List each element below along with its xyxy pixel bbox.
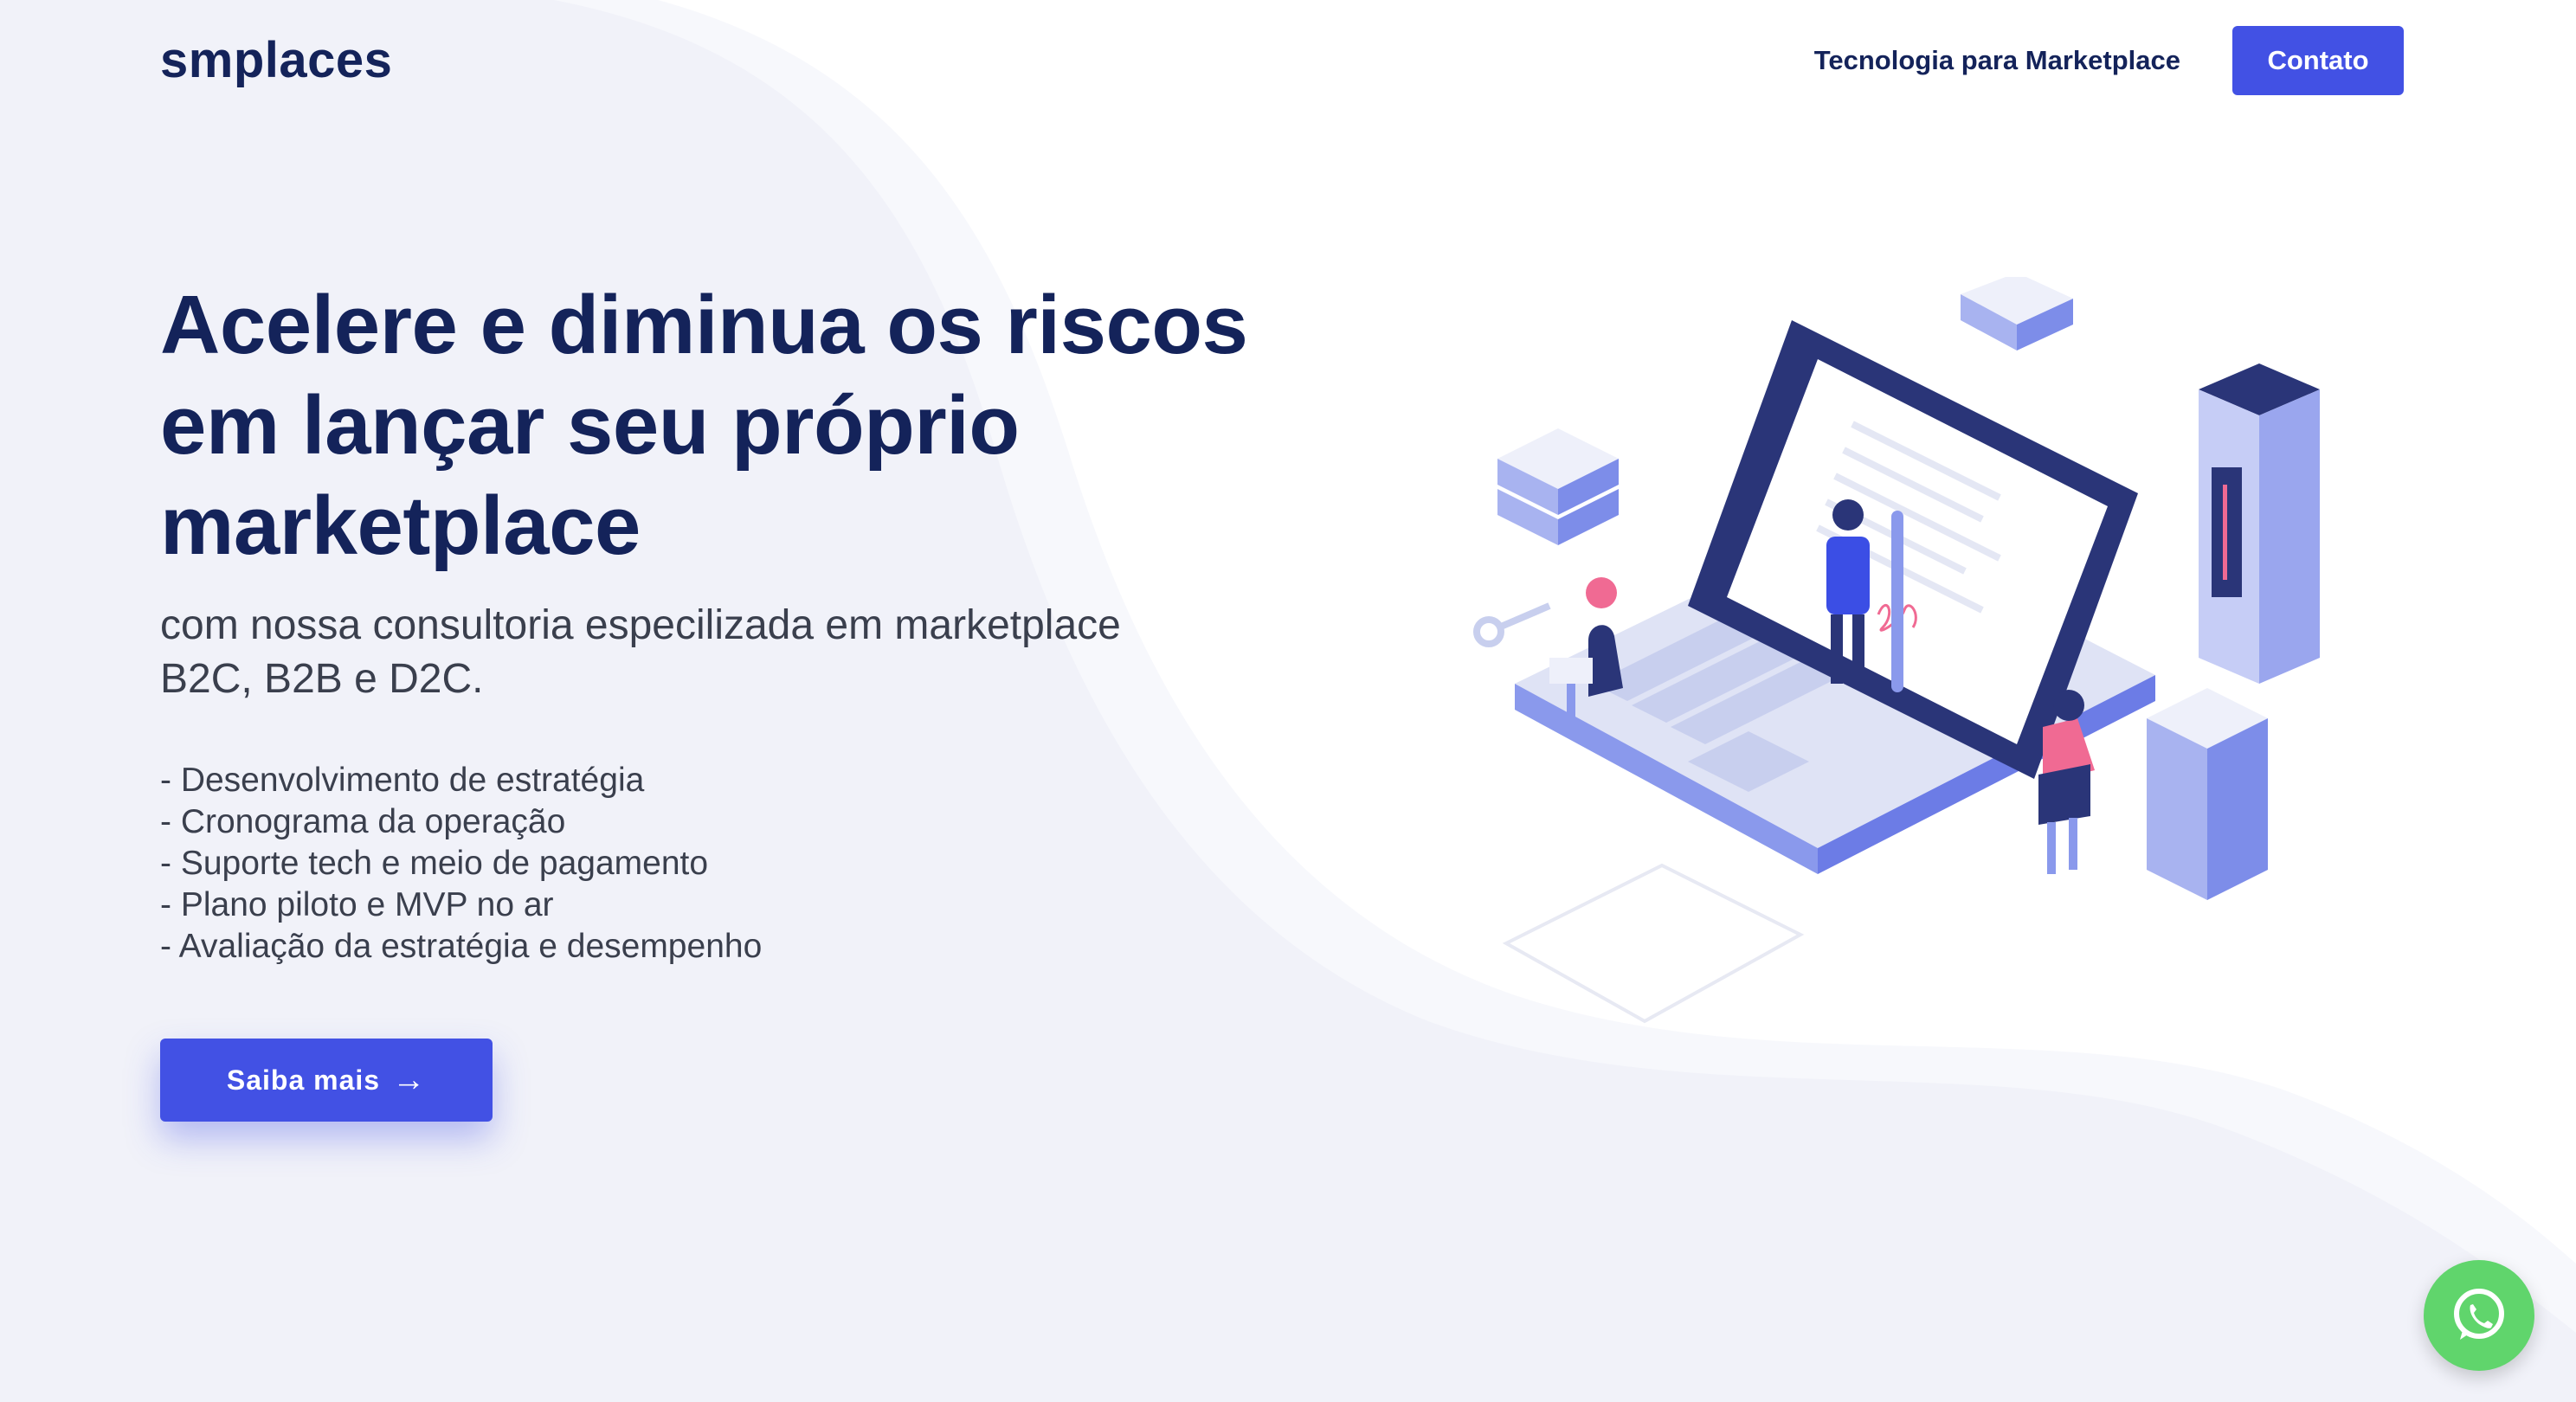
hero-title-line: em lançar seu próprio — [160, 379, 1020, 472]
feature-item: - Avaliação da estratégia e desempenho — [160, 928, 763, 965]
hero-subtitle-line: com nossa consultoria especilizada em ma… — [160, 602, 1121, 648]
cta-label: Saiba mais — [226, 1064, 381, 1096]
nav-link-tecnologia[interactable]: Tecnologia para Marketplace — [1814, 45, 2180, 76]
feature-item: - Cronograma da operação — [160, 803, 566, 840]
top-nav: Tecnologia para Marketplace Contato — [1814, 26, 2404, 95]
arrow-right-icon: → — [392, 1061, 427, 1098]
saiba-mais-button[interactable]: Saiba mais → — [160, 1039, 493, 1122]
hero-title: Acelere e diminua os riscos em lançar se… — [160, 275, 1285, 576]
whatsapp-button[interactable] — [2424, 1260, 2534, 1371]
hero-subtitle-line: B2C, B2B e D2C. — [160, 656, 484, 702]
hero-section: Acelere e diminua os riscos em lançar se… — [160, 275, 1285, 968]
feature-item: - Desenvolvimento de estratégia — [160, 762, 645, 799]
hero-title-line: Acelere e diminua os riscos — [160, 279, 1248, 371]
feature-item: - Suporte tech e meio de pagamento — [160, 845, 709, 882]
feature-item: - Plano piloto e MVP no ar — [160, 886, 554, 923]
isometric-laptop-illustration — [1473, 277, 2320, 1024]
hero-subtitle: com nossa consultoria especilizada em ma… — [160, 599, 1233, 706]
features-list: - Desenvolvimento de estratégia - Cronog… — [160, 760, 1285, 968]
contact-button[interactable]: Contato — [2232, 26, 2404, 95]
brand-logo[interactable]: smplaces — [160, 31, 392, 89]
whatsapp-icon — [2454, 1289, 2504, 1340]
hero-title-line: marketplace — [160, 479, 641, 572]
